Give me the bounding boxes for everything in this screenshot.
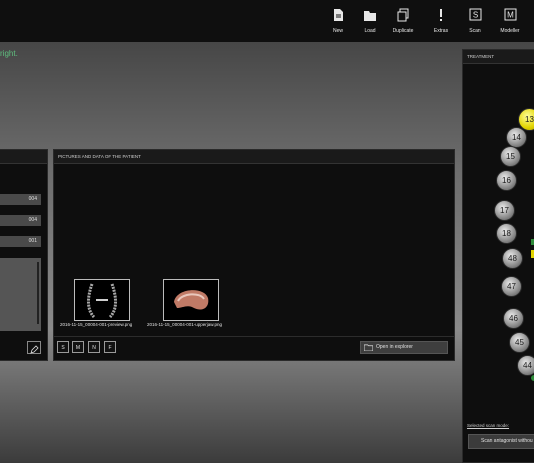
svg-text:S: S — [473, 11, 478, 20]
tooth-48[interactable]: 48 — [502, 248, 523, 269]
upperjaw-thumbnail[interactable] — [163, 279, 219, 321]
hint-text: right. — [0, 49, 18, 58]
pictures-panel: PICTURES AND DATA OF THE PATIENT 2016-11… — [53, 149, 455, 361]
tooth-17[interactable]: 17 — [494, 200, 515, 221]
load-label: Load — [364, 28, 376, 34]
tooth-16[interactable]: 16 — [496, 170, 517, 191]
size-button-n[interactable]: N — [88, 341, 100, 353]
scan-antagonist-button[interactable]: Scan antagonist withou — [468, 434, 534, 449]
treatment-title: TREATMENT — [463, 50, 534, 64]
edit-button[interactable] — [27, 341, 41, 354]
duplicate-button[interactable]: Duplicate — [385, 8, 421, 34]
new-document-icon — [334, 9, 343, 21]
duplicate-label: Duplicate — [392, 28, 414, 34]
arch-preview-image — [87, 283, 117, 319]
field-3[interactable]: 001 — [0, 236, 41, 247]
folder-icon — [364, 344, 373, 351]
modeller-label: Modeller — [500, 28, 520, 34]
tooth-44[interactable]: 44 — [517, 355, 534, 376]
new-label: New — [332, 28, 343, 34]
patient-data-panel-header — [0, 150, 47, 164]
scan-mode-label: Selected scan mode: — [467, 423, 510, 428]
notes-area[interactable] — [0, 258, 41, 331]
extras-button[interactable]: Extras — [423, 8, 459, 34]
tooth-46[interactable]: 46 — [503, 308, 524, 329]
svg-text:M: M — [507, 11, 514, 20]
patient-data-panel: 004 004 001 — [0, 149, 48, 361]
pictures-divider — [54, 336, 454, 337]
tooth-14[interactable]: 14 — [506, 127, 527, 148]
scan-icon: S — [469, 8, 482, 21]
pictures-panel-title: PICTURES AND DATA OF THE PATIENT — [54, 150, 454, 164]
size-button-f[interactable]: F — [104, 341, 116, 353]
folder-icon — [364, 11, 376, 21]
modeller-icon: M — [504, 8, 517, 21]
modeller-button[interactable]: M Modeller — [492, 8, 528, 34]
top-toolbar: New Load Duplicate Extras S Scan M Model… — [0, 0, 534, 42]
duplicate-icon — [397, 8, 409, 22]
size-button-s[interactable]: S — [57, 341, 69, 353]
tooth-15[interactable]: 15 — [500, 146, 521, 167]
field-2[interactable]: 004 — [0, 215, 41, 226]
upperjaw-image — [174, 290, 209, 310]
scan-button[interactable]: S Scan — [457, 8, 493, 34]
open-in-explorer-label: Open in explorer — [376, 344, 413, 350]
scan-label: Scan — [469, 28, 481, 34]
tooth-18[interactable]: 18 — [496, 223, 517, 244]
upperjaw-caption: 2016-11-15_00004-001-upperjaw.png — [147, 322, 222, 327]
tooth-47[interactable]: 47 — [501, 276, 522, 297]
pencil-icon — [30, 345, 39, 354]
load-button[interactable]: Load — [352, 8, 388, 34]
extras-label: Extras — [433, 28, 449, 34]
size-button-m[interactable]: M — [72, 341, 84, 353]
open-in-explorer-button[interactable]: Open in explorer — [360, 341, 448, 354]
preview-caption: 2016-11-15_00004-001-preview.png — [60, 322, 133, 327]
notes-scrollbar[interactable] — [37, 262, 39, 324]
new-button[interactable]: New — [320, 8, 356, 34]
preview-thumbnail[interactable] — [74, 279, 130, 321]
tooth-45[interactable]: 45 — [509, 332, 530, 353]
exclamation-icon — [440, 9, 442, 21]
field-1[interactable]: 004 — [0, 194, 41, 205]
